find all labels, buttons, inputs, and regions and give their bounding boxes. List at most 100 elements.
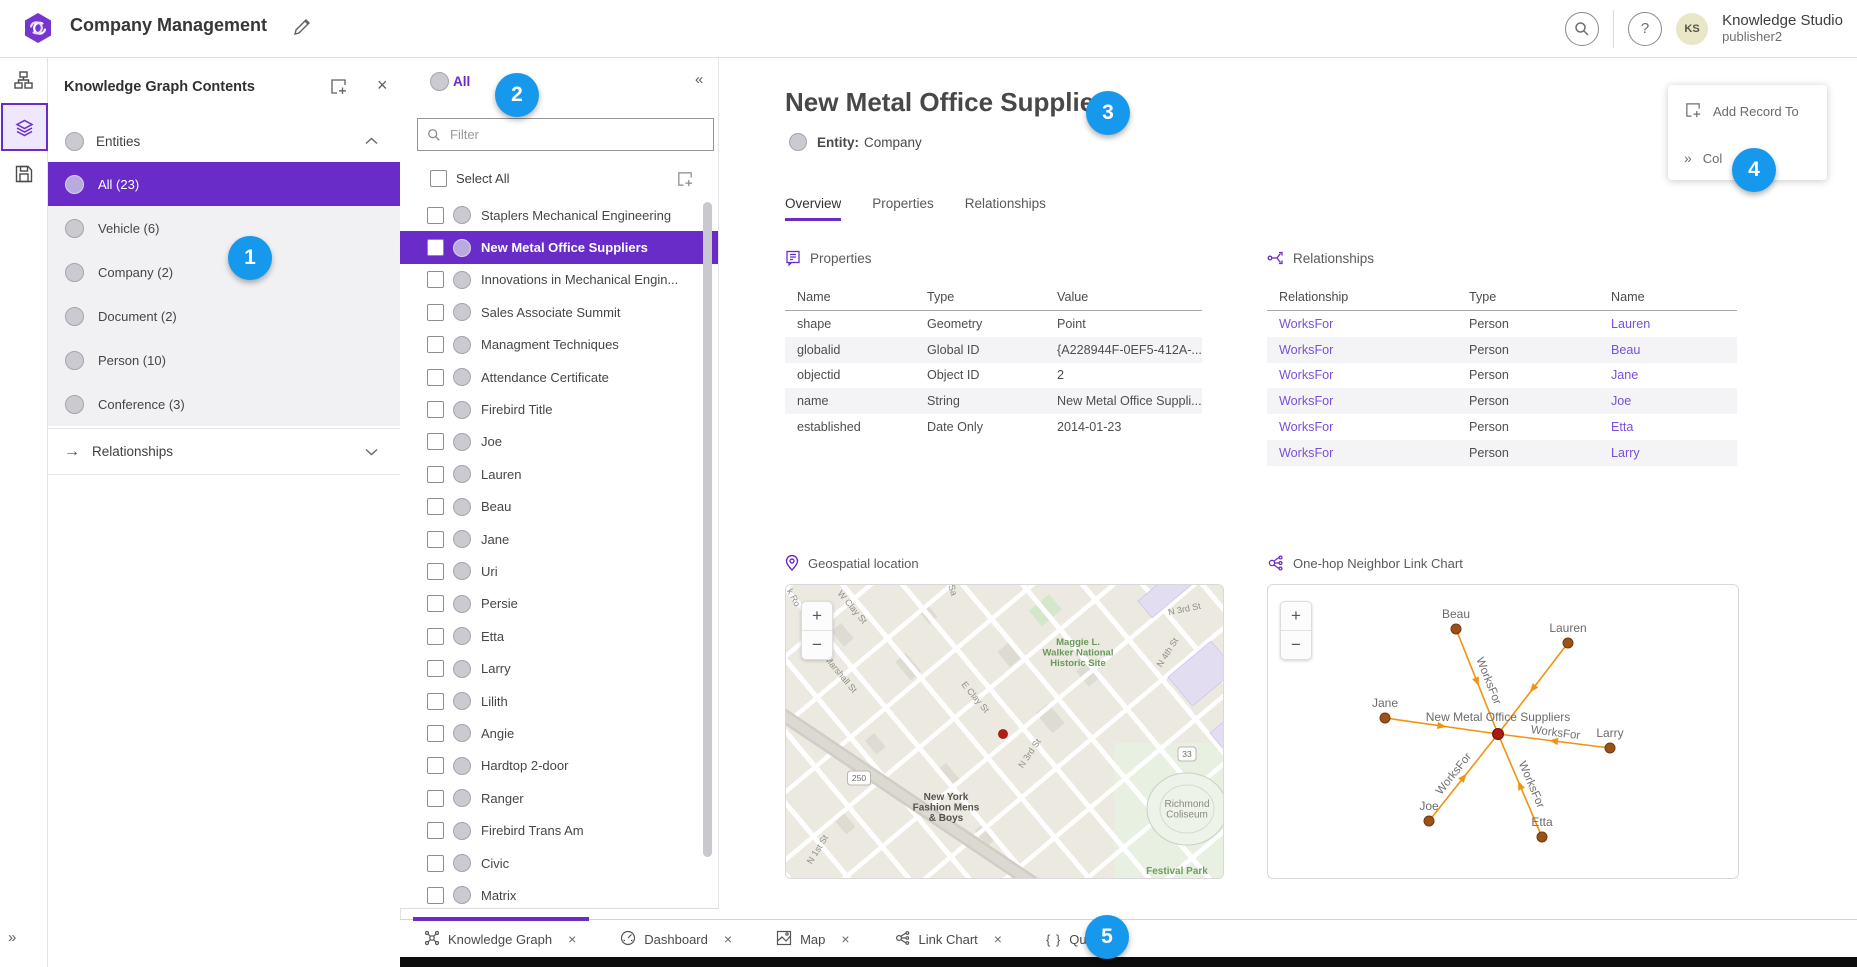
filter-input[interactable] xyxy=(448,126,713,143)
relationship-row[interactable]: WorksForPersonBeau xyxy=(1267,337,1737,363)
close-tab-icon[interactable]: × xyxy=(994,931,1002,947)
tab-overview[interactable]: Overview xyxy=(785,196,841,221)
entity-checkbox[interactable] xyxy=(427,693,444,710)
cell-name[interactable]: Etta xyxy=(1599,414,1737,440)
search-button[interactable] xyxy=(1565,12,1599,46)
entity-checkbox[interactable] xyxy=(427,757,444,774)
column-header-name[interactable]: Name xyxy=(785,283,915,311)
cell-name[interactable]: Joe xyxy=(1599,388,1737,414)
entity-checkbox[interactable] xyxy=(427,369,444,386)
close-panel-button[interactable]: × xyxy=(377,75,388,96)
property-row[interactable]: shapeGeometryPoint xyxy=(785,311,1202,337)
entity-item-innovations-in-mechanical-engin[interactable]: Innovations in Mechanical Engin... xyxy=(400,264,718,296)
entity-type-document-2[interactable]: Document (2) xyxy=(47,294,400,338)
entity-checkbox[interactable] xyxy=(427,433,444,450)
view-tab-map[interactable]: Map× xyxy=(776,930,849,949)
select-all-row[interactable]: Select All xyxy=(400,162,718,195)
rail-item-hierarchy[interactable] xyxy=(0,57,47,103)
node-jane[interactable] xyxy=(1380,713,1390,723)
entity-list-scrollbar[interactable] xyxy=(703,202,712,857)
entity-item-hardtop-2-door[interactable]: Hardtop 2-door xyxy=(400,750,718,782)
relationship-row[interactable]: WorksForPersonEtta xyxy=(1267,414,1737,440)
close-tab-icon[interactable]: × xyxy=(568,931,576,947)
entity-checkbox[interactable] xyxy=(427,725,444,742)
entity-item-attendance-certificate[interactable]: Attendance Certificate xyxy=(400,361,718,393)
entity-item-jane[interactable]: Jane xyxy=(400,523,718,555)
entity-checkbox[interactable] xyxy=(427,336,444,353)
zoom-out-button[interactable]: − xyxy=(1281,631,1311,659)
entity-type-person-10[interactable]: Person (10) xyxy=(47,338,400,382)
node-beau[interactable] xyxy=(1451,624,1461,634)
entity-checkbox[interactable] xyxy=(427,466,444,483)
select-all-checkbox[interactable] xyxy=(430,170,447,187)
user-identity[interactable]: Knowledge Studio publisher2 xyxy=(1722,12,1843,44)
property-row[interactable]: globalidGlobal ID{A228944F-0EF5-412A-... xyxy=(785,337,1202,363)
cell-relationship[interactable]: WorksFor xyxy=(1267,388,1457,414)
entity-item-firebird-title[interactable]: Firebird Title xyxy=(400,393,718,425)
zoom-out-button[interactable]: − xyxy=(802,631,832,659)
cell-relationship[interactable]: WorksFor xyxy=(1267,414,1457,440)
node-etta[interactable] xyxy=(1537,832,1547,842)
filter-field[interactable] xyxy=(417,118,714,151)
cell-relationship[interactable]: WorksFor xyxy=(1267,311,1457,337)
entity-item-managment-techniques[interactable]: Managment Techniques xyxy=(400,329,718,361)
column-header-type[interactable]: Type xyxy=(915,283,1045,311)
relationship-row[interactable]: WorksForPersonLarry xyxy=(1267,440,1737,466)
close-tab-icon[interactable]: × xyxy=(724,931,732,947)
entities-section-header[interactable]: Entities xyxy=(47,120,400,162)
node-new-metal-office-suppliers[interactable] xyxy=(1493,729,1504,740)
property-row[interactable]: objectidObject ID2 xyxy=(785,363,1202,389)
entity-checkbox[interactable] xyxy=(427,660,444,677)
entity-item-staplers-mechanical-engineering[interactable]: Staplers Mechanical Engineering xyxy=(400,199,718,231)
entity-checkbox[interactable] xyxy=(427,401,444,418)
collapse-panel-chevrons[interactable]: « xyxy=(695,71,701,88)
tab-relationships[interactable]: Relationships xyxy=(965,196,1046,221)
entity-item-lauren[interactable]: Lauren xyxy=(400,458,718,490)
close-tab-icon[interactable]: × xyxy=(841,931,849,947)
rail-item-layers[interactable] xyxy=(1,103,48,151)
expand-rail-chevrons[interactable]: » xyxy=(8,929,16,946)
entity-item-lilith[interactable]: Lilith xyxy=(400,685,718,717)
view-tab-link-chart[interactable]: Link Chart× xyxy=(894,930,1002,949)
entity-type-vehicle-6[interactable]: Vehicle (6) xyxy=(47,206,400,250)
map-marker[interactable] xyxy=(999,730,1008,739)
entity-item-new-metal-office-suppliers[interactable]: New Metal Office Suppliers xyxy=(400,231,718,263)
rail-item-save[interactable] xyxy=(0,151,47,197)
tab-properties[interactable]: Properties xyxy=(872,196,934,221)
cell-relationship[interactable]: WorksFor xyxy=(1267,337,1457,363)
entity-checkbox[interactable] xyxy=(427,822,444,839)
entity-checkbox[interactable] xyxy=(427,563,444,580)
entity-item-matrix[interactable]: Matrix xyxy=(400,879,718,909)
view-tab-knowledge-graph[interactable]: Knowledge Graph× xyxy=(424,930,576,949)
node-joe[interactable] xyxy=(1424,816,1434,826)
entity-checkbox[interactable] xyxy=(427,790,444,807)
entity-item-angie[interactable]: Angie xyxy=(400,717,718,749)
entity-type-company-2[interactable]: Company (2) xyxy=(47,250,400,294)
entity-item-civic[interactable]: Civic xyxy=(400,847,718,879)
relationship-row[interactable]: WorksForPersonJoe xyxy=(1267,388,1737,414)
cell-name[interactable]: Lauren xyxy=(1599,311,1737,337)
entity-item-joe[interactable]: Joe xyxy=(400,426,718,458)
geospatial-map[interactable]: 25033 k RoW Clay StSaW Marshall StE Clay… xyxy=(785,584,1224,879)
add-card-icon[interactable] xyxy=(676,170,694,193)
cell-name[interactable]: Beau xyxy=(1599,337,1737,363)
entity-type-all-23[interactable]: All (23) xyxy=(47,162,400,206)
entity-checkbox[interactable] xyxy=(427,498,444,515)
entity-checkbox[interactable] xyxy=(427,595,444,612)
entity-checkbox[interactable] xyxy=(427,207,444,224)
entity-item-persie[interactable]: Persie xyxy=(400,588,718,620)
node-larry[interactable] xyxy=(1605,743,1615,753)
entity-item-ranger[interactable]: Ranger xyxy=(400,782,718,814)
entity-checkbox[interactable] xyxy=(427,628,444,645)
entity-checkbox[interactable] xyxy=(427,304,444,321)
property-row[interactable]: nameStringNew Metal Office Suppli... xyxy=(785,388,1202,414)
entity-item-etta[interactable]: Etta xyxy=(400,620,718,652)
chevron-up-icon[interactable] xyxy=(365,132,378,150)
entity-item-larry[interactable]: Larry xyxy=(400,652,718,684)
chevron-down-icon[interactable] xyxy=(365,443,378,461)
node-lauren[interactable] xyxy=(1563,638,1573,648)
relationship-row[interactable]: WorksForPersonJane xyxy=(1267,363,1737,389)
one-hop-link-chart[interactable]: WorksForWorksForWorksForWorksForNew Meta… xyxy=(1267,584,1739,879)
entity-checkbox[interactable] xyxy=(427,271,444,288)
cell-relationship[interactable]: WorksFor xyxy=(1267,363,1457,389)
